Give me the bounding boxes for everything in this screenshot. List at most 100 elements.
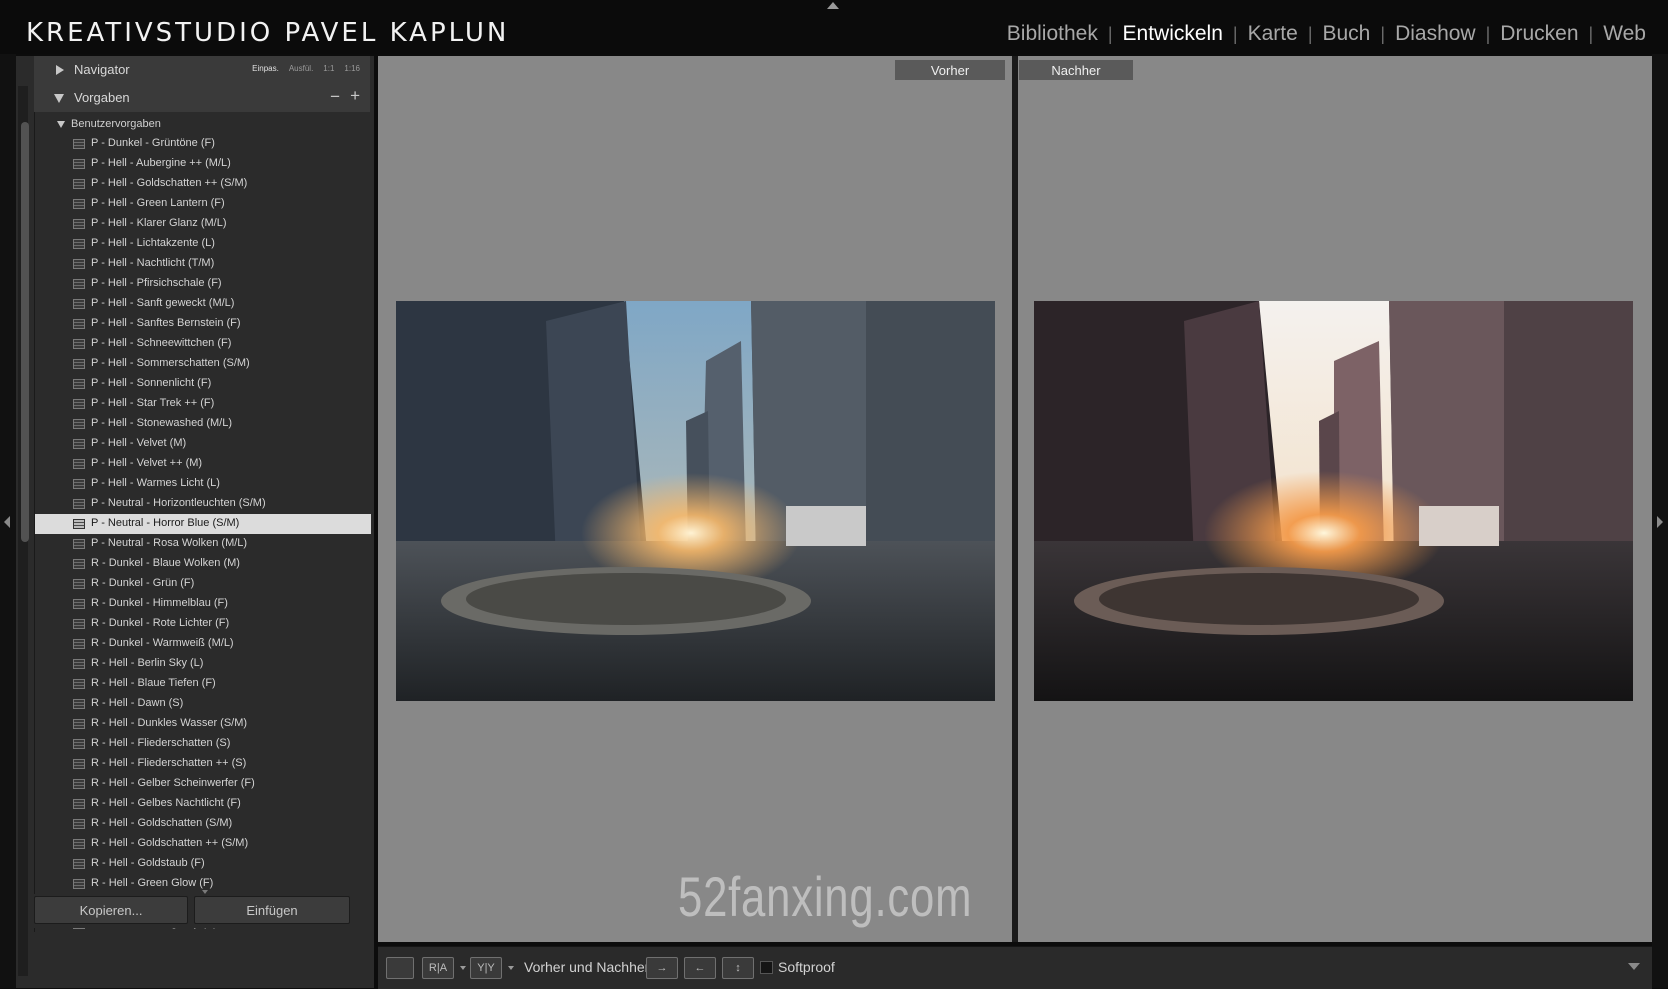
copy-settings-button[interactable]: Kopieren... xyxy=(34,896,188,924)
preset-icon xyxy=(73,319,85,329)
preset-icon xyxy=(73,259,85,269)
collapse-left-panel-icon[interactable] xyxy=(4,516,10,528)
preset-icon xyxy=(73,819,85,829)
split-mode-dropdown-icon[interactable] xyxy=(508,966,514,970)
preset-item[interactable]: P - Hell - Sommerschatten (S/M) xyxy=(35,354,371,374)
module-diashow[interactable]: Diashow xyxy=(1385,22,1486,46)
preset-label: P - Hell - Sanft geweckt (M/L) xyxy=(91,297,235,309)
preset-item[interactable]: R - Dunkel - Warmweiß (M/L) xyxy=(35,634,371,654)
expand-right-panel-icon[interactable] xyxy=(1657,516,1663,528)
zoom-option-1-16[interactable]: 1:16 xyxy=(344,64,360,73)
module-drucken[interactable]: Drucken xyxy=(1490,22,1588,46)
preset-icon xyxy=(73,759,85,769)
preset-item[interactable]: P - Hell - Pfirsichschale (F) xyxy=(35,274,371,294)
preset-label: P - Hell - Velvet ++ (M) xyxy=(91,457,203,469)
preset-item[interactable]: R - Hell - Dawn (S) xyxy=(35,694,371,714)
before-after-split-button[interactable]: Y|Y xyxy=(470,957,502,979)
preset-icon xyxy=(73,399,85,409)
module-entwickeln[interactable]: Entwickeln xyxy=(1113,22,1233,46)
preset-item[interactable]: R - Hell - Goldschatten (S/M) xyxy=(35,814,371,834)
collapse-top-panel-icon[interactable] xyxy=(827,2,839,9)
folder-expanded-icon[interactable] xyxy=(57,120,65,128)
preset-icon xyxy=(73,839,85,849)
preset-icon xyxy=(73,719,85,729)
swap-before-after-icon[interactable]: ↕ xyxy=(722,957,754,979)
softproof-checkbox[interactable] xyxy=(760,961,773,974)
before-after-left-right-button[interactable]: R|A xyxy=(422,957,454,979)
left-panel-scrollbar[interactable] xyxy=(18,86,29,976)
module-bibliothek[interactable]: Bibliothek xyxy=(997,22,1108,46)
add-preset-icon[interactable]: + xyxy=(350,86,360,106)
preset-item[interactable]: R - Dunkel - Himmelblau (F) xyxy=(35,594,371,614)
presets-header[interactable]: Vorgaben − + xyxy=(34,84,370,113)
preset-item[interactable]: P - Hell - Nachtlicht (T/M) xyxy=(35,254,371,274)
preset-icon xyxy=(73,419,85,429)
preset-item[interactable]: P - Hell - Lichtakzente (L) xyxy=(35,234,371,254)
preset-item[interactable]: P - Hell - Goldschatten ++ (S/M) xyxy=(35,174,371,194)
preset-item[interactable]: P - Hell - Star Trek ++ (F) xyxy=(35,394,371,414)
preset-label: R - Hell - Fliederschatten (S) xyxy=(91,737,231,749)
preset-item[interactable]: P - Hell - Velvet ++ (M) xyxy=(35,454,371,474)
preset-item[interactable]: P - Hell - Velvet (M) xyxy=(35,434,371,454)
zoom-option-fit[interactable]: Einpas. xyxy=(252,64,279,73)
module-web[interactable]: Web xyxy=(1593,22,1656,46)
copy-before-to-after-icon[interactable]: → xyxy=(646,957,678,979)
preset-item[interactable]: R - Hell - Dunkles Wasser (S/M) xyxy=(35,714,371,734)
preset-item[interactable]: R - Hell - Blaue Tiefen (F) xyxy=(35,674,371,694)
preset-item[interactable]: P - Hell - Schneewittchen (F) xyxy=(35,334,371,354)
preset-item[interactable]: R - Dunkel - Blaue Wolken (M) xyxy=(35,554,371,574)
preset-item[interactable]: R - Hell - Goldstaub (F) xyxy=(35,854,371,874)
preset-label: P - Hell - Warmes Licht (L) xyxy=(91,477,220,489)
preset-item[interactable]: R - Hell - Gelbes Nachtlicht (F) xyxy=(35,794,371,814)
zoom-option-1-1[interactable]: 1:1 xyxy=(323,64,334,73)
preset-item[interactable]: R - Hell - Gelber Scheinwerfer (F) xyxy=(35,774,371,794)
before-photo[interactable] xyxy=(396,301,995,701)
preset-item[interactable]: P - Hell - Klarer Glanz (M/L) xyxy=(35,214,371,234)
loupe-view-icon[interactable] xyxy=(386,957,414,979)
disclosure-right-icon[interactable] xyxy=(56,65,64,75)
copy-paste-bar: Kopieren... Einfügen xyxy=(34,894,370,928)
remove-preset-icon[interactable]: − xyxy=(330,87,340,107)
preset-item[interactable]: R - Hell - Fliederschatten (S) xyxy=(35,734,371,754)
module-karte[interactable]: Karte xyxy=(1238,22,1308,46)
preset-label: R - Dunkel - Blaue Wolken (M) xyxy=(91,557,240,569)
preset-label: R - Dunkel - Himmelblau (F) xyxy=(91,597,228,609)
preset-item[interactable]: P - Dunkel - Grüntöne (F) xyxy=(35,134,371,154)
scrollbar-thumb[interactable] xyxy=(21,122,29,542)
right-panel-edge[interactable] xyxy=(1652,54,1668,988)
navigator-header[interactable]: Navigator Einpas. Ausfül. 1:1 1:16 xyxy=(34,56,370,85)
preset-label: P - Neutral - Horror Blue (S/M) xyxy=(91,517,240,529)
after-label: Nachher xyxy=(1019,60,1133,80)
preset-item[interactable]: P - Neutral - Horror Blue (S/M) xyxy=(35,514,371,534)
preset-list-panel: Benutzervorgaben P - Dunkel - Grüntöne (… xyxy=(34,112,371,932)
view-mode-dropdown-icon[interactable] xyxy=(460,966,466,970)
module-buch[interactable]: Buch xyxy=(1313,22,1381,46)
disclosure-down-icon[interactable] xyxy=(54,94,64,103)
toolbar-options-icon[interactable] xyxy=(1628,963,1640,970)
before-after-divider xyxy=(1012,56,1018,942)
preset-folder[interactable]: Benutzervorgaben xyxy=(57,118,161,130)
zoom-option-fill[interactable]: Ausfül. xyxy=(289,64,313,73)
preset-icon xyxy=(73,659,85,669)
preset-item[interactable]: P - Hell - Warmes Licht (L) xyxy=(35,474,371,494)
identity-plate: KREATIVSTUDIO PAVEL KAPLUN xyxy=(26,18,510,48)
paste-settings-button[interactable]: Einfügen xyxy=(194,896,350,924)
left-panel-edge[interactable] xyxy=(0,54,16,988)
preset-item[interactable]: P - Hell - Sanftes Bernstein (F) xyxy=(35,314,371,334)
preset-label: R - Hell - Dawn (S) xyxy=(91,697,184,709)
preset-item[interactable]: R - Dunkel - Rote Lichter (F) xyxy=(35,614,371,634)
preset-item[interactable]: P - Hell - Sanft geweckt (M/L) xyxy=(35,294,371,314)
preset-item[interactable]: P - Hell - Aubergine ++ (M/L) xyxy=(35,154,371,174)
after-photo[interactable] xyxy=(1034,301,1633,701)
preset-item[interactable]: R - Dunkel - Grün (F) xyxy=(35,574,371,594)
preset-item[interactable]: P - Hell - Sonnenlicht (F) xyxy=(35,374,371,394)
preset-item[interactable]: P - Hell - Green Lantern (F) xyxy=(35,194,371,214)
preset-item[interactable]: R - Hell - Goldschatten ++ (S/M) xyxy=(35,834,371,854)
preset-item[interactable]: P - Hell - Stonewashed (M/L) xyxy=(35,414,371,434)
preset-item[interactable]: P - Neutral - Horizontleuchten (S/M) xyxy=(35,494,371,514)
preset-item[interactable]: P - Neutral - Rosa Wolken (M/L) xyxy=(35,534,371,554)
copy-after-to-before-icon[interactable]: ← xyxy=(684,957,716,979)
preset-icon xyxy=(73,459,85,469)
preset-item[interactable]: R - Hell - Berlin Sky (L) xyxy=(35,654,371,674)
preset-item[interactable]: R - Hell - Fliederschatten ++ (S) xyxy=(35,754,371,774)
